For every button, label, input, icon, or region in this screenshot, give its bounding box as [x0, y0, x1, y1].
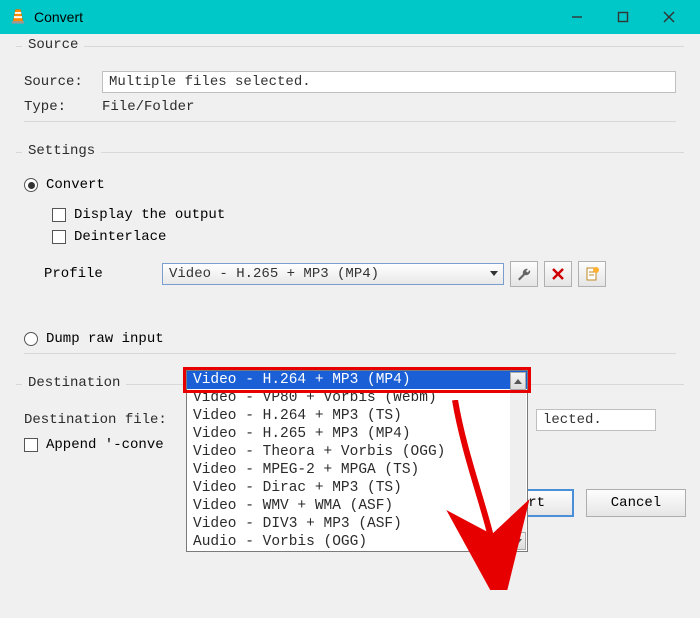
type-label: Type:: [24, 99, 102, 115]
delete-icon: [551, 267, 565, 281]
profile-option[interactable]: Video - H.265 + MP3 (MP4): [187, 425, 527, 443]
wrench-icon: [516, 266, 532, 282]
source-legend: Source: [22, 37, 84, 53]
settings-group: Settings Convert Display the output Dein…: [16, 152, 684, 366]
destination-file-input[interactable]: lected.: [536, 409, 656, 431]
dropdown-scroll-up-icon[interactable]: [510, 372, 526, 390]
profile-dropdown-value: Video - H.265 + MP3 (MP4): [163, 266, 485, 282]
append-converted-label: Append '-conve: [46, 437, 164, 453]
profile-option[interactable]: Video - DIV3 + MP3 (ASF): [187, 515, 527, 533]
profile-dropdown-list[interactable]: Video - H.264 + MP3 (MP4) Video - VP80 +…: [186, 370, 528, 552]
profile-option[interactable]: Video - Dirac + MP3 (TS): [187, 479, 527, 497]
profile-label: Profile: [44, 266, 156, 282]
chevron-down-icon: [485, 264, 503, 284]
destination-legend: Destination: [22, 375, 126, 391]
profile-dropdown[interactable]: Video - H.265 + MP3 (MP4): [162, 263, 504, 285]
append-converted-checkbox[interactable]: [24, 438, 38, 452]
profile-option[interactable]: Audio - Vorbis (OGG): [187, 533, 527, 551]
source-group: Source Source: Multiple files selected. …: [16, 46, 684, 134]
dump-raw-label: Dump raw input: [46, 331, 164, 347]
cancel-button[interactable]: Cancel: [586, 489, 686, 517]
profile-option[interactable]: Video - WMV + WMA (ASF): [187, 497, 527, 515]
dropdown-scroll-down-icon[interactable]: [510, 532, 526, 550]
dump-raw-radio[interactable]: [24, 332, 38, 346]
display-output-label: Display the output: [74, 207, 225, 223]
deinterlace-label: Deinterlace: [74, 229, 166, 245]
profile-option[interactable]: Video - VP80 + Vorbis (Webm): [187, 389, 527, 407]
window-maximize-button[interactable]: [600, 0, 646, 34]
delete-profile-button[interactable]: [544, 261, 572, 287]
edit-profile-button[interactable]: [510, 261, 538, 287]
window-title: Convert: [34, 9, 554, 25]
profile-option[interactable]: Video - H.264 + MP3 (TS): [187, 407, 527, 425]
dropdown-scrollbar-track[interactable]: [510, 390, 526, 532]
destination-file-label: Destination file:: [24, 412, 184, 428]
new-profile-button[interactable]: [578, 261, 606, 287]
display-output-checkbox[interactable]: [52, 208, 66, 222]
convert-radio[interactable]: [24, 178, 38, 192]
deinterlace-checkbox[interactable]: [52, 230, 66, 244]
convert-radio-label: Convert: [46, 177, 105, 193]
settings-legend: Settings: [22, 143, 101, 159]
window-minimize-button[interactable]: [554, 0, 600, 34]
source-input[interactable]: Multiple files selected.: [102, 71, 676, 93]
vlc-app-icon: [8, 7, 28, 27]
type-value: File/Folder: [102, 99, 194, 115]
profile-option[interactable]: Video - MPEG-2 + MPGA (TS): [187, 461, 527, 479]
window-close-button[interactable]: [646, 0, 692, 34]
profile-option[interactable]: Video - H.264 + MP3 (MP4): [187, 371, 527, 389]
window-titlebar: Convert: [0, 0, 700, 34]
source-label: Source:: [24, 74, 102, 90]
new-profile-icon: [584, 266, 600, 282]
profile-option[interactable]: Video - Theora + Vorbis (OGG): [187, 443, 527, 461]
